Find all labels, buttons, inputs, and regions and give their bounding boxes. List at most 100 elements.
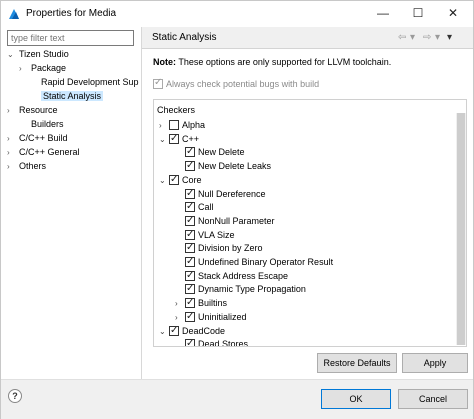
always-check-option[interactable]: Always check potential bugs with build bbox=[153, 77, 319, 90]
properties-dialog: Properties for Media — ☐ ✕ ⌄Tizen Studio… bbox=[0, 0, 474, 419]
checker-label: NonNull Parameter bbox=[198, 215, 275, 226]
checker-item[interactable]: ⌄ DeadCode bbox=[159, 324, 225, 338]
checker-checkbox[interactable] bbox=[169, 324, 179, 337]
checker-checkbox[interactable] bbox=[185, 282, 195, 295]
note-label: Note: bbox=[153, 57, 176, 67]
expand-right-icon[interactable]: › bbox=[175, 311, 185, 324]
window-title: Properties for Media bbox=[26, 8, 117, 19]
tree-item-label: Static Analysis bbox=[41, 91, 104, 101]
checker-checkbox[interactable] bbox=[185, 145, 195, 158]
title-bar: Properties for Media — ☐ ✕ bbox=[1, 1, 473, 27]
tree-item-label: C/C++ General bbox=[19, 147, 80, 157]
close-icon[interactable]: ✕ bbox=[431, 1, 474, 25]
checker-item[interactable]: NonNull Parameter bbox=[175, 214, 275, 228]
forward-menu-icon[interactable]: ▾ bbox=[435, 32, 440, 43]
expand-right-icon[interactable]: › bbox=[7, 160, 19, 173]
expand-right-icon[interactable]: › bbox=[19, 62, 31, 75]
checker-item[interactable]: ⌄ C++ bbox=[159, 132, 200, 146]
checker-item[interactable]: › Uninitialized bbox=[175, 310, 247, 324]
checker-checkbox[interactable] bbox=[185, 296, 195, 309]
checker-checkbox[interactable] bbox=[169, 120, 179, 130]
checker-checkbox[interactable] bbox=[185, 241, 195, 254]
checker-label: Builtins bbox=[198, 298, 228, 309]
checker-label: Null Dereference bbox=[198, 188, 266, 199]
checker-item[interactable]: VLA Size bbox=[175, 228, 235, 242]
checker-item[interactable]: Stack Address Escape bbox=[175, 269, 288, 283]
checkers-title: Checkers bbox=[157, 105, 196, 115]
always-check-checkbox[interactable] bbox=[153, 77, 163, 89]
expand-down-icon[interactable]: ⌄ bbox=[7, 48, 19, 61]
checker-item[interactable]: ⌄ Core bbox=[159, 173, 202, 187]
expand-down-icon[interactable]: ⌄ bbox=[159, 133, 169, 146]
restore-defaults-button[interactable]: Restore Defaults bbox=[317, 353, 397, 373]
checker-item[interactable]: Division by Zero bbox=[175, 241, 263, 255]
back-icon[interactable]: ⇦ bbox=[398, 32, 406, 43]
checker-checkbox[interactable] bbox=[185, 255, 195, 268]
tree-item[interactable]: › Package bbox=[19, 62, 66, 75]
tree-item[interactable]: › C/C++ General bbox=[7, 146, 80, 159]
checkers-scrollbar[interactable] bbox=[456, 113, 466, 345]
filter-input[interactable] bbox=[7, 30, 134, 46]
checker-item[interactable]: Null Dereference bbox=[175, 187, 266, 201]
expand-right-icon[interactable]: › bbox=[7, 104, 19, 117]
tree-item[interactable]: › Others bbox=[7, 160, 46, 173]
checker-checkbox[interactable] bbox=[185, 269, 195, 282]
checker-label: C++ bbox=[182, 133, 200, 144]
checker-item[interactable]: New Delete Leaks bbox=[175, 159, 272, 173]
expand-right-icon[interactable]: › bbox=[175, 297, 185, 310]
checker-item[interactable]: › Builtins bbox=[175, 296, 228, 310]
back-menu-icon[interactable]: ▾ bbox=[410, 32, 415, 43]
checker-checkbox[interactable] bbox=[169, 173, 179, 186]
checker-checkbox[interactable] bbox=[185, 228, 195, 241]
expand-right-icon[interactable]: › bbox=[7, 132, 19, 145]
cancel-button[interactable]: Cancel bbox=[398, 389, 468, 409]
checker-checkbox[interactable] bbox=[169, 132, 179, 145]
checkers-tree: › Alpha ⌄ C++ New Delete New Delete Leaks ⌄ Cor… bbox=[153, 119, 454, 346]
tree-item[interactable]: › C/C++ Build bbox=[7, 132, 68, 145]
expand-right-icon[interactable]: › bbox=[159, 119, 169, 132]
checker-label: Core bbox=[182, 174, 202, 185]
checker-checkbox[interactable] bbox=[185, 200, 195, 213]
pane-divider[interactable] bbox=[141, 27, 142, 379]
checker-item[interactable]: Call bbox=[175, 200, 214, 214]
checker-label: New Delete Leaks bbox=[198, 161, 272, 172]
checker-label: Dynamic Type Propagation bbox=[198, 284, 306, 295]
expand-down-icon[interactable]: ⌄ bbox=[159, 174, 169, 187]
tree-item-label: Package bbox=[31, 63, 67, 73]
checker-item[interactable]: › Alpha bbox=[159, 119, 205, 132]
help-icon[interactable]: ? bbox=[8, 389, 22, 403]
checker-checkbox[interactable] bbox=[185, 187, 195, 200]
ok-button[interactable]: OK bbox=[321, 389, 391, 409]
checker-item[interactable]: Dynamic Type Propagation bbox=[175, 282, 306, 296]
checker-checkbox[interactable] bbox=[185, 337, 195, 346]
checker-item[interactable]: New Delete bbox=[175, 145, 245, 159]
apply-button[interactable]: Apply bbox=[402, 353, 468, 373]
toolchain-note: Note: These options are only supported f… bbox=[153, 57, 391, 67]
checker-checkbox[interactable] bbox=[185, 159, 195, 172]
page-title: Static Analysis bbox=[152, 32, 217, 43]
checker-checkbox[interactable] bbox=[185, 214, 195, 227]
checker-label: Division by Zero bbox=[198, 243, 263, 254]
tree-item-label: C/C++ Build bbox=[19, 133, 68, 143]
checker-item[interactable]: Dead Stores bbox=[175, 337, 249, 346]
expand-right-icon[interactable]: › bbox=[7, 146, 19, 159]
tree-item[interactable]: Builders bbox=[19, 118, 64, 131]
tree-item-label: Resource bbox=[19, 105, 58, 115]
tree-item[interactable]: Static Analysis bbox=[29, 90, 104, 103]
checker-item[interactable]: Undefined Binary Operator Result bbox=[175, 255, 333, 269]
checker-label: Alpha bbox=[182, 120, 206, 130]
checker-label: New Delete bbox=[198, 147, 245, 158]
checker-label: Uninitialized bbox=[198, 311, 247, 322]
tree-item[interactable]: Rapid Development Sup bbox=[29, 76, 139, 89]
checker-label: Dead Stores bbox=[198, 339, 249, 346]
page-header: Static Analysis ⇦ ▾ ⇨ ▾ ▾ bbox=[142, 27, 473, 49]
scrollbar-thumb[interactable] bbox=[457, 113, 465, 345]
tree-item-label: Rapid Development Sup bbox=[41, 77, 139, 87]
checker-checkbox[interactable] bbox=[185, 310, 195, 323]
expand-down-icon[interactable]: ⌄ bbox=[159, 325, 169, 338]
tree-item-label: Builders bbox=[31, 119, 64, 129]
view-menu-icon[interactable]: ▾ bbox=[447, 32, 452, 43]
tree-item[interactable]: ⌄ Tizen Studio bbox=[7, 48, 69, 61]
tree-item[interactable]: › Resource bbox=[7, 104, 58, 117]
forward-icon[interactable]: ⇨ bbox=[423, 32, 431, 43]
